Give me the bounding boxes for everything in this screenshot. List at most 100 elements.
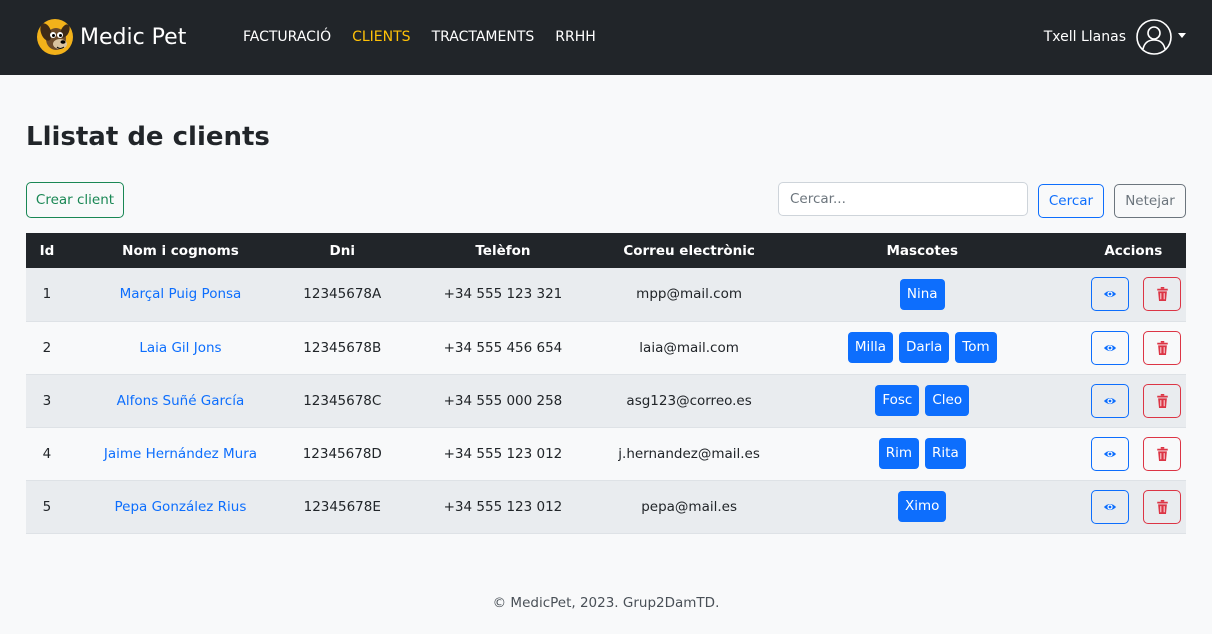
table-body: 1 Marçal Puig Ponsa 12345678A +34 555 123 3… <box>26 268 1186 533</box>
pets-list: Fosc Cleo <box>764 385 1081 416</box>
cell-name: Alfons Suñé García <box>68 374 293 427</box>
brand-name: Medic Pet <box>80 24 187 50</box>
cell-pets: Rim Rita <box>764 427 1081 480</box>
nav-item-rrhh[interactable]: RRHH <box>555 28 596 46</box>
pet-badge[interactable]: Milla <box>847 332 894 363</box>
nav-item-tractaments[interactable]: TRACTAMENTS <box>432 28 535 46</box>
cell-id: 1 <box>42 286 52 303</box>
cell-dni: 12345678A <box>303 286 382 303</box>
header-email: Correu electrònic <box>623 242 755 259</box>
cell-email: laia@mail.com <box>639 339 739 356</box>
search-input[interactable] <box>778 182 1028 216</box>
header-phone: Telèfon <box>475 242 531 259</box>
cell-pets: Fosc Cleo <box>764 374 1081 427</box>
cell-email: asg123@correo.es <box>626 392 752 409</box>
search-button[interactable]: Cercar <box>1038 184 1104 218</box>
cell-actions <box>1081 480 1186 533</box>
cell-id: 4 <box>42 445 52 462</box>
client-name-link[interactable]: Jaime Hernández Mura <box>104 446 257 462</box>
cell-phone: +34 555 456 654 <box>443 339 563 356</box>
eye-icon <box>1104 291 1117 298</box>
pets-list: Ximo <box>764 491 1081 522</box>
brand[interactable]: Medic Pet <box>36 18 186 56</box>
user-circle-icon <box>1136 19 1172 55</box>
create-client-button[interactable]: Crear client <box>26 182 124 218</box>
pets-list: Rim Rita <box>764 438 1081 469</box>
pet-badge[interactable]: Rim <box>878 438 920 469</box>
cell-name: Pepa González Rius <box>68 480 293 533</box>
row-actions <box>1081 436 1186 471</box>
cell-actions <box>1081 321 1186 374</box>
table-row: 2 Laia Gil Jons 12345678B +34 555 456 654 la… <box>26 321 1186 374</box>
trash-icon <box>1157 446 1168 461</box>
eye-icon <box>1104 397 1117 404</box>
header-actions: Accions <box>1104 242 1163 259</box>
page-title: Llistat de clients <box>26 122 270 152</box>
delete-button[interactable] <box>1143 330 1182 365</box>
row-actions <box>1081 277 1186 312</box>
pet-badge[interactable]: Rita <box>925 438 966 469</box>
pet-badge[interactable]: Darla <box>899 332 950 363</box>
cell-pets: Ximo <box>764 480 1081 533</box>
client-name-link[interactable]: Marçal Puig Ponsa <box>120 286 242 302</box>
pets-list: Nina <box>764 278 1081 310</box>
eye-icon <box>1104 450 1117 457</box>
view-button[interactable] <box>1091 383 1130 418</box>
delete-button[interactable] <box>1143 383 1182 418</box>
dog-logo-icon <box>37 19 73 55</box>
cell-id: 5 <box>42 498 52 515</box>
cell-email: pepa@mail.es <box>641 498 737 515</box>
view-button[interactable] <box>1091 436 1130 471</box>
eye-icon <box>1104 503 1117 510</box>
cell-dni: 12345678B <box>303 339 382 356</box>
top-navbar: Medic Pet FACTURACIÓ CLIENTS TRACTAMENTS… <box>0 0 1212 75</box>
nav-item-clients[interactable]: CLIENTS <box>352 28 410 46</box>
table-row: 5 Pepa González Rius 12345678E +34 555 123 … <box>26 480 1186 533</box>
delete-button[interactable] <box>1143 436 1182 471</box>
view-button[interactable] <box>1091 277 1130 312</box>
cell-phone: +34 555 123 012 <box>443 498 563 515</box>
cell-phone: +34 555 000 258 <box>443 392 563 409</box>
clients-table: Id Nom i cognoms Dni Telèfon Correu elec… <box>26 233 1186 534</box>
cell-pets: Milla Darla Tom <box>764 321 1081 374</box>
eye-icon <box>1104 344 1117 351</box>
cell-name: Laia Gil Jons <box>68 321 293 374</box>
header-pets: Mascotes <box>886 242 958 259</box>
header-name: Nom i cognoms <box>122 242 239 259</box>
user-menu[interactable]: Txell Llanas <box>1044 19 1186 55</box>
delete-button[interactable] <box>1143 277 1182 312</box>
pet-badge[interactable]: Tom <box>955 332 997 363</box>
table-row: 4 Jaime Hernández Mura 12345678D +34 555 12… <box>26 427 1186 480</box>
cell-id: 3 <box>42 392 52 409</box>
cell-email: j.hernandez@mail.es <box>618 445 760 462</box>
trash-icon <box>1157 499 1168 514</box>
pet-badge[interactable]: Ximo <box>898 491 947 522</box>
client-name-link[interactable]: Laia Gil Jons <box>139 340 221 356</box>
cell-name: Jaime Hernández Mura <box>68 427 293 480</box>
pets-list: Milla Darla Tom <box>764 332 1081 363</box>
view-button[interactable] <box>1091 489 1130 524</box>
pet-badge[interactable]: Cleo <box>925 385 970 416</box>
nav-item-facturacio[interactable]: FACTURACIÓ <box>243 28 331 46</box>
row-actions <box>1081 330 1186 365</box>
header-dni: Dni <box>329 242 355 259</box>
cell-dni: 12345678E <box>303 498 381 515</box>
cell-name: Marçal Puig Ponsa <box>68 268 293 321</box>
pet-badge[interactable]: Fosc <box>875 385 920 416</box>
table-row: 1 Marçal Puig Ponsa 12345678A +34 555 123 3… <box>26 268 1186 321</box>
view-button[interactable] <box>1091 330 1130 365</box>
client-name-link[interactable]: Alfons Suñé García <box>117 393 245 409</box>
delete-button[interactable] <box>1143 489 1182 524</box>
clear-button[interactable]: Netejar <box>1114 184 1186 218</box>
cell-actions <box>1081 427 1186 480</box>
main-nav: FACTURACIÓ CLIENTS TRACTAMENTS RRHH <box>243 28 617 46</box>
cell-phone: +34 555 123 321 <box>443 286 563 303</box>
row-actions <box>1081 383 1186 418</box>
row-actions <box>1081 489 1186 524</box>
client-name-link[interactable]: Pepa González Rius <box>115 499 247 515</box>
cell-email: mpp@mail.com <box>636 286 743 303</box>
cell-actions <box>1081 374 1186 427</box>
table-header-row: Id Nom i cognoms Dni Telèfon Correu elec… <box>26 233 1186 268</box>
cell-dni: 12345678D <box>302 445 382 462</box>
pet-badge[interactable]: Nina <box>899 278 945 310</box>
